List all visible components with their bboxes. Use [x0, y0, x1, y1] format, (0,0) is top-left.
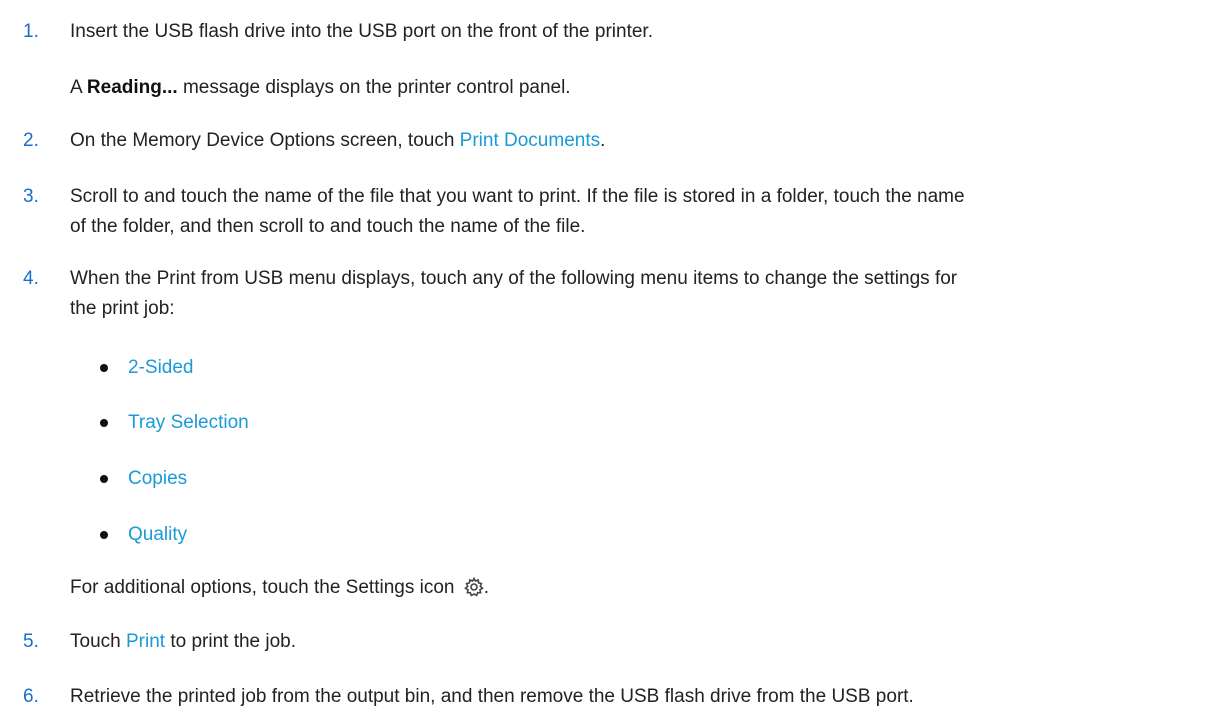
bullet-dot	[100, 419, 108, 427]
gear-icon	[463, 576, 484, 597]
note-pre: For additional options, touch the Settin…	[70, 577, 455, 598]
step-text: On the Memory Device Options screen, tou…	[70, 126, 1200, 156]
print-link[interactable]: Print	[126, 631, 165, 652]
menu-item-quality[interactable]: Quality	[128, 520, 187, 550]
step-text-pre: On the Memory Device Options screen, tou…	[70, 130, 460, 151]
step-text-post: .	[600, 130, 606, 151]
step-number: 6.	[23, 686, 39, 707]
step-text-line2: of the folder, and then scroll to and to…	[70, 216, 586, 237]
step-text-pre: Touch	[70, 631, 126, 652]
step-text-line1: When the Print from USB menu displays, t…	[70, 268, 958, 289]
step-number: 5.	[23, 631, 39, 652]
menu-item-tray-selection[interactable]: Tray Selection	[128, 408, 249, 438]
step-text: When the Print from USB menu displays, t…	[70, 264, 1200, 324]
print-documents-link[interactable]: Print Documents	[460, 130, 600, 151]
note-post: .	[483, 577, 490, 598]
step-text-line2: the print job:	[70, 298, 175, 319]
note-post: message displays on the printer control …	[177, 77, 571, 98]
step-1-note: A Reading... message displays on the pri…	[70, 73, 571, 103]
step-text-post: to print the job.	[165, 631, 297, 652]
bullet-dot	[100, 531, 108, 539]
step-number: 3.	[23, 186, 39, 207]
step-number: 2.	[23, 130, 39, 151]
note-pre: A	[70, 77, 87, 98]
step-text: Insert the USB flash drive into the USB …	[70, 21, 653, 42]
step-text-line1: Scroll to and touch the name of the file…	[70, 186, 965, 207]
menu-item-2-sided[interactable]: 2-Sided	[128, 353, 194, 383]
menu-item-copies[interactable]: Copies	[128, 464, 187, 494]
step-text: Retrieve the printed job from the output…	[70, 686, 914, 707]
bullet-dot	[100, 364, 108, 372]
step-text: Touch Print to print the job.	[70, 627, 1200, 657]
step-text: Scroll to and touch the name of the file…	[70, 182, 1200, 242]
step-number: 1.	[23, 21, 39, 42]
step-number: 4.	[23, 268, 39, 289]
reading-message: Reading...	[86, 77, 178, 98]
step-4-note: For additional options, touch the Settin…	[70, 573, 489, 603]
bullet-dot	[100, 475, 108, 483]
